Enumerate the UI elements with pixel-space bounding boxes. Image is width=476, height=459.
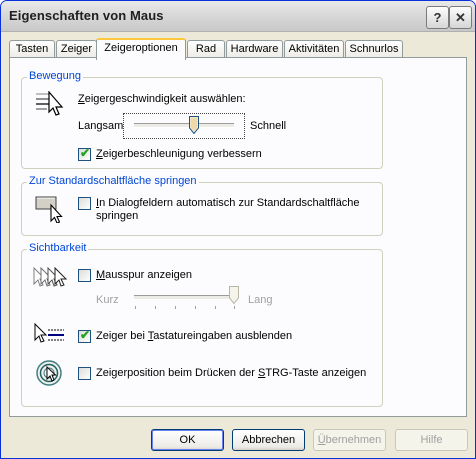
- check-mark-icon: ✔: [80, 328, 91, 342]
- trails-tick: [135, 306, 136, 309]
- hide-pointer-icon: [34, 323, 64, 343]
- tab-panel-zeigeroptionen: Bewegung Zeigergeschwindigkeit auswählen…: [9, 57, 467, 417]
- accel-label[interactable]: Zeigerbeschleunigung verbessern: [96, 148, 262, 160]
- speed-slider-track: [134, 123, 234, 128]
- snap-to-label-line2[interactable]: springen: [96, 210, 138, 222]
- trails-checkbox[interactable]: [78, 269, 91, 282]
- snap-to-default-icon: [35, 196, 63, 223]
- accel-checkbox[interactable]: ✔: [78, 146, 91, 161]
- hide-while-typing-checkbox[interactable]: ✔: [78, 328, 91, 343]
- group-snap-to: Zur Standardschaltfläche springen In Dia…: [21, 175, 383, 236]
- tab-hardware[interactable]: Hardware: [226, 40, 283, 58]
- trails-tick: [195, 306, 196, 309]
- group-label-bewegung: Bewegung: [27, 70, 83, 82]
- short-label: Kurz: [96, 294, 119, 306]
- tab-zeigeroptionen[interactable]: Zeigeroptionen: [96, 38, 186, 60]
- show-on-ctrl-label[interactable]: Zeigerposition beim Drücken der STRG-Tas…: [96, 367, 366, 379]
- trails-tick: [215, 306, 216, 309]
- slow-label: Langsam: [78, 120, 124, 132]
- tab-aktivitaeten[interactable]: Aktivitäten: [284, 40, 344, 58]
- title-bar[interactable]: Eigenschaften von Maus ? ✕: [1, 1, 475, 32]
- show-on-ctrl-checkbox[interactable]: [78, 367, 91, 380]
- cancel-button[interactable]: Abbrechen: [232, 429, 305, 451]
- trails-slider-thumb[interactable]: [229, 286, 239, 304]
- pointer-trails-icon: [33, 266, 68, 287]
- trails-tick: [234, 306, 235, 309]
- snap-to-checkbox[interactable]: [78, 197, 91, 210]
- pointer-speed-icon: [36, 91, 64, 116]
- locate-pointer-icon: [36, 360, 62, 386]
- group-label-snap-to: Zur Standardschaltfläche springen: [27, 175, 199, 187]
- trails-tick: [175, 306, 176, 309]
- help-title-button[interactable]: ?: [426, 6, 449, 29]
- tab-schnurlos[interactable]: Schnurlos: [345, 40, 403, 58]
- long-label: Lang: [248, 294, 273, 306]
- close-title-button[interactable]: ✕: [449, 6, 472, 29]
- speed-label: Zeigergeschwindigkeit auswählen:: [78, 93, 246, 105]
- speed-slider-thumb[interactable]: [189, 116, 199, 134]
- check-mark-icon: ✔: [80, 146, 91, 160]
- ok-button[interactable]: OK: [151, 429, 224, 451]
- group-label-sichtbarkeit: Sichtbarkeit: [27, 242, 89, 254]
- snap-to-label-line1[interactable]: In Dialogfeldern automatisch zur Standar…: [96, 197, 360, 209]
- group-sichtbarkeit: Sichtbarkeit Mausspur anzeigen Kurz Lang…: [21, 242, 383, 407]
- speed-slider[interactable]: [123, 113, 245, 139]
- hide-while-typing-label[interactable]: Zeiger bei Tastatureingaben ausblenden: [96, 330, 292, 342]
- fast-label: Schnell: [250, 120, 287, 132]
- trails-label[interactable]: Mausspur anzeigen: [96, 269, 192, 281]
- group-bewegung: Bewegung Zeigergeschwindigkeit auswählen…: [21, 70, 383, 169]
- trails-slider-track: [134, 295, 236, 300]
- trails-tick: [155, 306, 156, 309]
- mouse-properties-window: Eigenschaften von Maus ? ✕ Tasten Zeiger…: [0, 0, 476, 459]
- help-button[interactable]: Hilfe: [395, 429, 468, 451]
- trails-slider[interactable]: [130, 286, 240, 310]
- tab-tasten[interactable]: Tasten: [9, 40, 55, 58]
- window-title: Eigenschaften von Maus: [9, 8, 164, 23]
- apply-button[interactable]: Übernehmen: [313, 429, 386, 451]
- tab-zeiger[interactable]: Zeiger: [56, 40, 97, 58]
- tab-rad[interactable]: Rad: [187, 40, 225, 58]
